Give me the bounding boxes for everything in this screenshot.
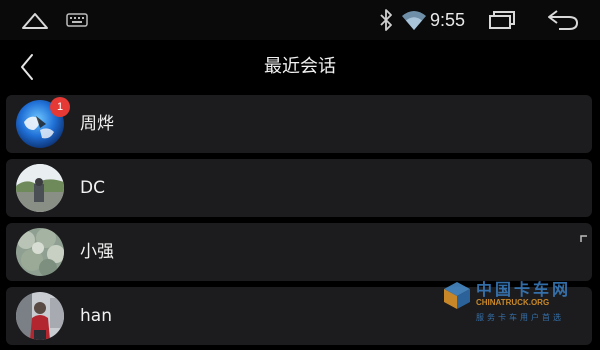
conversation-item[interactable]: DC	[6, 159, 592, 217]
contact-name: 小强	[80, 242, 114, 262]
home-icon[interactable]	[20, 8, 50, 32]
cube-logo-icon	[442, 280, 472, 310]
watermark-slogan: 服务卡车用户首选	[476, 313, 564, 322]
status-time: 9:55	[430, 10, 466, 30]
wifi-icon	[401, 9, 427, 31]
contact-name: 周烨	[80, 114, 114, 134]
person-avatar	[16, 292, 64, 340]
conversation-item[interactable]: 小强	[6, 223, 592, 281]
landscape-avatar	[16, 164, 64, 212]
watermark-domain: CHINATRUCK.ORG	[476, 298, 550, 307]
unread-badge: 1	[50, 97, 70, 117]
conversation-item[interactable]: 1 周烨	[6, 95, 592, 153]
recent-conversations-screen: 9:55 最近会话 1 周烨 DC 小强 han 中国卡车网 CHINATRUC…	[0, 0, 600, 350]
keyboard-icon	[66, 12, 88, 28]
watermark-logo: 中国卡车网 CHINATRUCK.ORG 服务卡车用户首选	[440, 276, 590, 334]
contact-name: DC	[80, 178, 105, 198]
contact-name: han	[80, 306, 112, 326]
watermark-name: 中国卡车网	[476, 280, 572, 299]
foliage-avatar	[16, 228, 64, 276]
back-icon[interactable]	[545, 8, 581, 32]
recent-apps-icon[interactable]	[486, 9, 516, 31]
scroll-edge-marker	[580, 228, 588, 242]
title-bar: 最近会话	[0, 40, 600, 94]
bluetooth-icon	[376, 7, 396, 33]
page-title: 最近会话	[264, 56, 336, 77]
status-bar: 9:55	[0, 0, 600, 40]
